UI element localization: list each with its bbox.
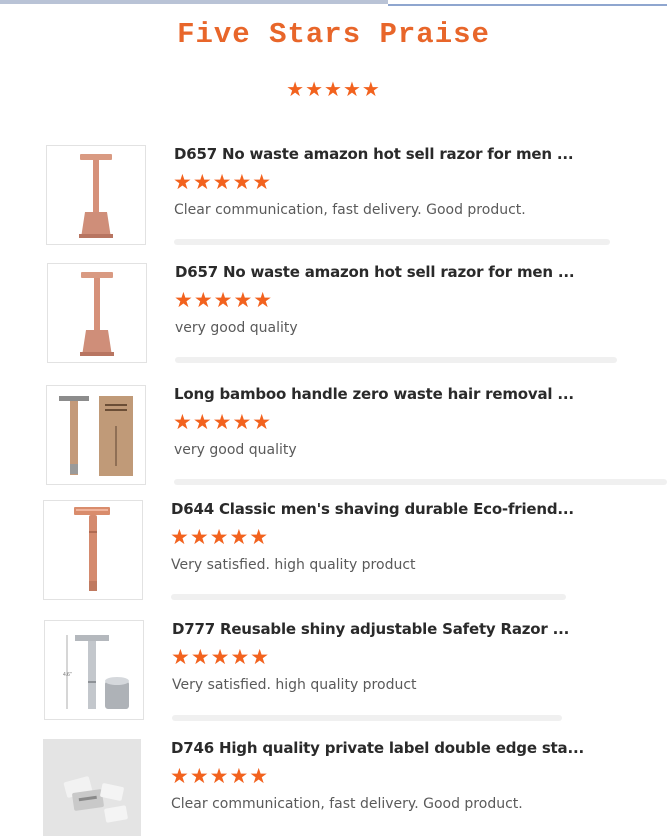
product-image[interactable]: [43, 500, 143, 600]
svg-text:4.6": 4.6": [63, 672, 72, 678]
review-comment: Clear communication, fast delivery. Good…: [174, 202, 526, 218]
review-divider: [175, 357, 617, 363]
review-comment: very good quality: [175, 320, 298, 336]
review-comment: Very satisfied. high quality product: [171, 557, 416, 573]
review-comment: Very satisfied. high quality product: [172, 677, 417, 693]
review-divider: [174, 479, 667, 485]
review-divider: [174, 239, 610, 245]
top-bar-segment: [0, 0, 388, 4]
top-bar-segment: [388, 4, 667, 6]
razor-blades-icon: [43, 739, 141, 836]
product-image[interactable]: [46, 385, 146, 485]
page-title: Five Stars Praise: [177, 18, 490, 51]
copper-razor-icon: [74, 507, 110, 591]
review-comment: very good quality: [174, 442, 297, 458]
review-comment: Clear communication, fast delivery. Good…: [171, 796, 523, 812]
bamboo-razor-icon: [59, 396, 133, 476]
review-rating-stars: ★★★★★: [171, 646, 271, 669]
product-image[interactable]: [46, 145, 146, 245]
review-divider: [172, 715, 562, 721]
rose-gold-razor-icon: [79, 154, 113, 238]
review-divider: [171, 594, 566, 600]
browser-top-bar: [0, 0, 667, 8]
review-rating-stars: ★★★★★: [173, 171, 273, 194]
review-rating-stars: ★★★★★: [173, 411, 273, 434]
review-product-title[interactable]: D777 Reusable shiny adjustable Safety Ra…: [172, 620, 569, 638]
product-image[interactable]: [47, 263, 147, 363]
review-rating-stars: ★★★★★: [170, 765, 270, 788]
review-product-title[interactable]: Long bamboo handle zero waste hair remov…: [174, 385, 574, 403]
header-rating-stars: ★★★★★: [286, 79, 381, 101]
product-image[interactable]: [43, 739, 141, 836]
review-product-title[interactable]: D746 High quality private label double e…: [171, 739, 584, 757]
review-product-title[interactable]: D657 No waste amazon hot sell razor for …: [174, 145, 574, 163]
review-rating-stars: ★★★★★: [170, 526, 270, 549]
rose-gold-razor-icon: [80, 272, 114, 356]
product-image[interactable]: 4.6": [44, 620, 144, 720]
silver-razor-icon: 4.6": [63, 635, 129, 709]
review-rating-stars: ★★★★★: [174, 289, 274, 312]
review-product-title[interactable]: D657 No waste amazon hot sell razor for …: [175, 263, 575, 281]
review-product-title[interactable]: D644 Classic men's shaving durable Eco-f…: [171, 500, 574, 518]
